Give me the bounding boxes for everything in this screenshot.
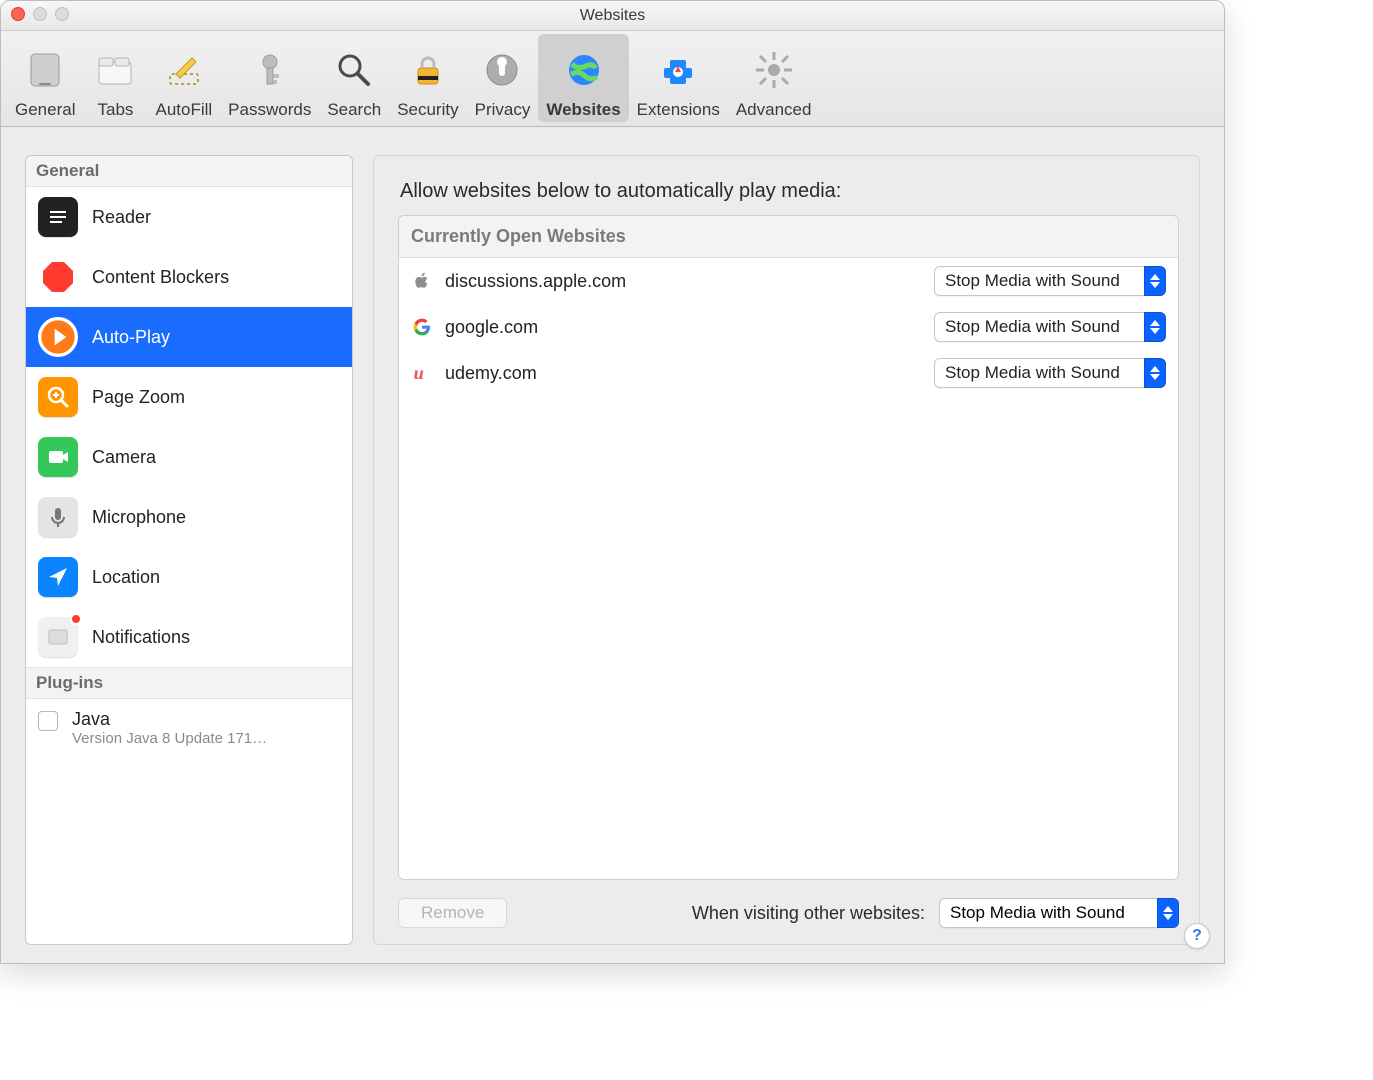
microphone-icon bbox=[38, 497, 78, 537]
site-policy-select-udemy[interactable]: Stop Media with Sound bbox=[934, 358, 1166, 388]
tabs-icon bbox=[91, 46, 139, 94]
toolbar-tab-advanced[interactable]: Advanced bbox=[728, 34, 820, 122]
autofill-icon bbox=[160, 46, 208, 94]
preferences-window: Websites General Tabs AutoFill Passwords… bbox=[0, 0, 1225, 964]
sidebar-item-reader[interactable]: Reader bbox=[26, 187, 352, 247]
toolbar-tab-extensions[interactable]: Extensions bbox=[629, 34, 728, 122]
site-row-google[interactable]: google.com Stop Media with Sound bbox=[399, 304, 1178, 350]
toolbar-tab-websites[interactable]: Websites bbox=[538, 34, 628, 122]
sidebar-item-microphone[interactable]: Microphone bbox=[26, 487, 352, 547]
advanced-icon bbox=[750, 46, 798, 94]
toolbar-tab-privacy[interactable]: Privacy bbox=[467, 34, 539, 122]
sidebar-item-content-blockers[interactable]: Content Blockers bbox=[26, 247, 352, 307]
google-favicon-icon bbox=[411, 316, 433, 338]
sidebar-item-label: Notifications bbox=[92, 627, 190, 648]
panel-footer: Remove When visiting other websites: Sto… bbox=[398, 880, 1179, 928]
udemy-favicon-icon bbox=[411, 362, 433, 384]
remove-button[interactable]: Remove bbox=[398, 898, 507, 928]
sidebar-item-label: Content Blockers bbox=[92, 267, 229, 288]
sidebar-item-label: Reader bbox=[92, 207, 151, 228]
auto-play-icon bbox=[38, 317, 78, 357]
up-down-arrows-icon bbox=[1144, 312, 1166, 342]
site-domain: google.com bbox=[445, 317, 922, 338]
sidebar-item-page-zoom[interactable]: Page Zoom bbox=[26, 367, 352, 427]
window-controls bbox=[11, 7, 69, 21]
general-icon bbox=[21, 46, 69, 94]
panel-title: Allow websites below to automatically pl… bbox=[400, 180, 1179, 203]
plugin-version: Version Java 8 Update 171… bbox=[72, 730, 267, 747]
site-policy-select-google[interactable]: Stop Media with Sound bbox=[934, 312, 1166, 342]
preferences-toolbar: General Tabs AutoFill Passwords Search S… bbox=[1, 31, 1224, 127]
passwords-icon bbox=[246, 46, 294, 94]
site-policy-value: Stop Media with Sound bbox=[934, 266, 1144, 296]
help-button[interactable]: ? bbox=[1184, 923, 1210, 949]
toolbar-tab-security[interactable]: Security bbox=[389, 34, 466, 122]
sidebar-item-notifications[interactable]: Notifications bbox=[26, 607, 352, 667]
websites-sidebar: General Reader Content Blockers Auto-Pla… bbox=[25, 155, 353, 945]
notifications-icon bbox=[38, 617, 78, 657]
other-websites-policy-value: Stop Media with Sound bbox=[939, 898, 1157, 928]
apple-favicon-icon bbox=[411, 270, 433, 292]
site-policy-select-apple[interactable]: Stop Media with Sound bbox=[934, 266, 1166, 296]
zoom-window-button[interactable] bbox=[55, 7, 69, 21]
sidebar-item-camera[interactable]: Camera bbox=[26, 427, 352, 487]
plugin-java-checkbox[interactable] bbox=[38, 711, 58, 731]
security-icon bbox=[404, 46, 452, 94]
site-domain: discussions.apple.com bbox=[445, 271, 922, 292]
site-list: Currently Open Websites discussions.appl… bbox=[398, 215, 1179, 880]
up-down-arrows-icon bbox=[1157, 898, 1179, 928]
sidebar-item-label: Auto-Play bbox=[92, 327, 170, 348]
toolbar-tab-search[interactable]: Search bbox=[319, 34, 389, 122]
sidebar-item-label: Location bbox=[92, 567, 160, 588]
sidebar-section-general: General bbox=[26, 156, 352, 187]
up-down-arrows-icon bbox=[1144, 358, 1166, 388]
extensions-icon bbox=[654, 46, 702, 94]
sidebar-item-label: Microphone bbox=[92, 507, 186, 528]
close-window-button[interactable] bbox=[11, 7, 25, 21]
sidebar-plugin-java[interactable]: Java Version Java 8 Update 171… bbox=[26, 699, 352, 757]
location-icon bbox=[38, 557, 78, 597]
site-row-udemy[interactable]: udemy.com Stop Media with Sound bbox=[399, 350, 1178, 396]
window-title: Websites bbox=[580, 7, 646, 25]
toolbar-tab-general[interactable]: General bbox=[7, 34, 83, 122]
toolbar-tab-tabs[interactable]: Tabs bbox=[83, 34, 147, 122]
titlebar: Websites bbox=[1, 1, 1224, 31]
sidebar-item-label: Camera bbox=[92, 447, 156, 468]
toolbar-tab-passwords[interactable]: Passwords bbox=[220, 34, 319, 122]
notifications-badge-icon bbox=[70, 613, 82, 625]
site-policy-value: Stop Media with Sound bbox=[934, 358, 1144, 388]
content-blockers-icon bbox=[38, 257, 78, 297]
sidebar-item-auto-play[interactable]: Auto-Play bbox=[26, 307, 352, 367]
content-area: General Reader Content Blockers Auto-Pla… bbox=[1, 127, 1224, 963]
minimize-window-button[interactable] bbox=[33, 7, 47, 21]
other-websites-policy-select[interactable]: Stop Media with Sound bbox=[939, 898, 1179, 928]
privacy-icon bbox=[478, 46, 526, 94]
sidebar-section-plugins: Plug-ins bbox=[26, 667, 352, 699]
site-list-header: Currently Open Websites bbox=[399, 216, 1178, 258]
page-zoom-icon bbox=[38, 377, 78, 417]
search-icon bbox=[330, 46, 378, 94]
up-down-arrows-icon bbox=[1144, 266, 1166, 296]
site-policy-value: Stop Media with Sound bbox=[934, 312, 1144, 342]
toolbar-tab-autofill[interactable]: AutoFill bbox=[147, 34, 220, 122]
auto-play-panel: Allow websites below to automatically pl… bbox=[373, 155, 1200, 945]
camera-icon bbox=[38, 437, 78, 477]
other-websites-label: When visiting other websites: bbox=[692, 903, 925, 924]
websites-icon bbox=[560, 46, 608, 94]
plugin-name: Java bbox=[72, 709, 267, 730]
sidebar-item-label: Page Zoom bbox=[92, 387, 185, 408]
site-row-apple[interactable]: discussions.apple.com Stop Media with So… bbox=[399, 258, 1178, 304]
site-domain: udemy.com bbox=[445, 363, 922, 384]
reader-icon bbox=[38, 197, 78, 237]
sidebar-item-location[interactable]: Location bbox=[26, 547, 352, 607]
